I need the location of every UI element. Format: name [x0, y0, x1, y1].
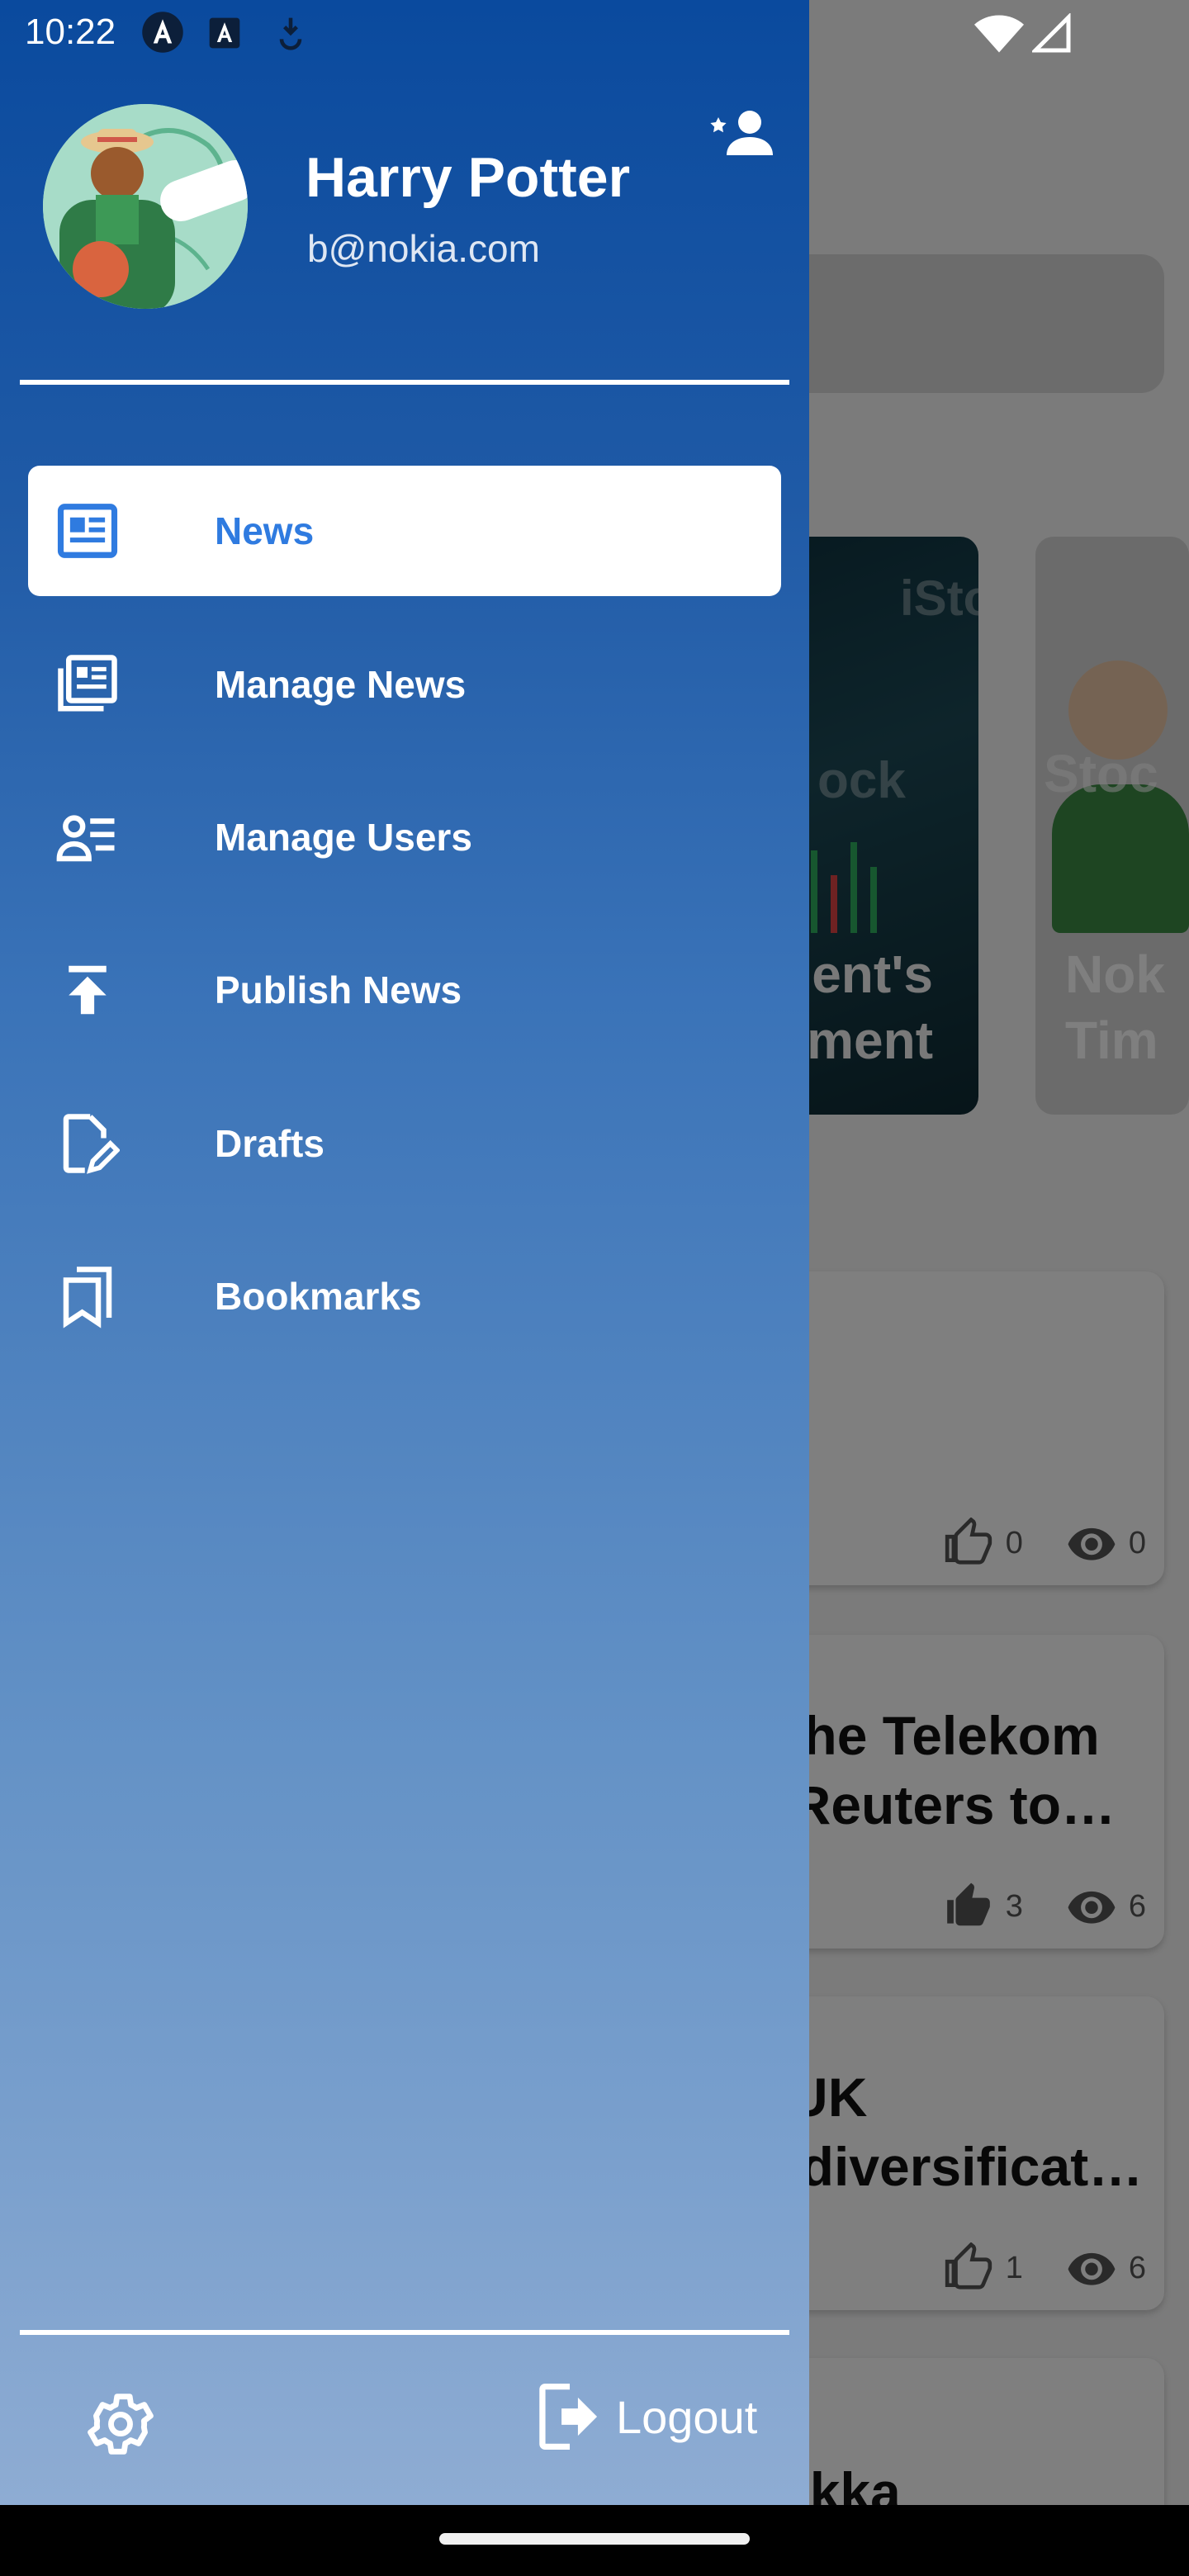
menu-item-news[interactable]: News	[28, 466, 781, 596]
status-bar: 10:22	[0, 0, 1189, 69]
avatar[interactable]	[43, 104, 248, 309]
menu-item-label: Publish News	[215, 968, 462, 1011]
newspaper-icon	[57, 504, 118, 558]
menu-item-label: Manage News	[215, 663, 467, 706]
footer-divider	[20, 2330, 789, 2335]
menu-item-bookmarks[interactable]: Bookmarks	[28, 1231, 781, 1361]
user-email: b@nokia.com	[307, 227, 540, 270]
wifi-icon	[974, 15, 1024, 53]
menu-item-drafts[interactable]: Drafts	[28, 1078, 781, 1209]
app-a-icon	[209, 17, 240, 49]
menu-item-manage-news[interactable]: Manage News	[28, 619, 781, 750]
logout-button[interactable]: Logout	[537, 2381, 757, 2452]
bookmarks-icon	[63, 1267, 112, 1328]
system-nav-bar	[0, 2505, 1189, 2576]
avatar-illustration	[43, 104, 248, 309]
user-name: Harry Potter	[306, 146, 631, 209]
menu-item-publish-news[interactable]: Publish News	[28, 925, 781, 1055]
user-star-icon[interactable]	[710, 107, 773, 157]
download-icon	[279, 17, 302, 50]
home-gesture-handle[interactable]	[439, 2533, 750, 2545]
navigation-drawer: Harry Potter b@nokia.com News Manage New…	[0, 0, 809, 2505]
manage-users-icon	[56, 815, 115, 862]
menu-item-label: News	[215, 509, 315, 552]
logout-label: Logout	[616, 2390, 758, 2443]
menu-item-label: Bookmarks	[215, 1275, 422, 1318]
draft-edit-icon	[63, 1114, 120, 1174]
news-stack-icon	[58, 655, 117, 712]
status-time: 10:22	[25, 12, 116, 52]
publish-icon	[69, 965, 107, 1015]
logout-icon	[539, 2383, 598, 2451]
menu-item-label: Manage Users	[215, 816, 472, 859]
gear-icon[interactable]	[83, 2386, 159, 2462]
android-a-icon	[142, 12, 183, 53]
header-divider	[20, 380, 789, 385]
menu-item-label: Drafts	[215, 1122, 324, 1165]
menu-item-manage-users[interactable]: Manage Users	[28, 772, 781, 902]
signal-icon	[1032, 13, 1071, 53]
